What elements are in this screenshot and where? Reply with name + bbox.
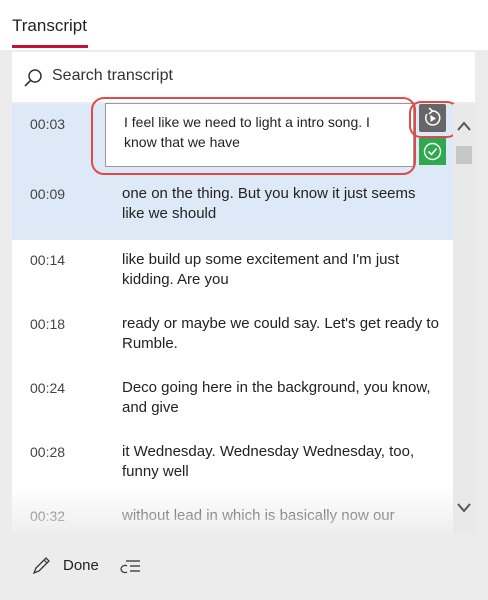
tab-underline <box>12 45 88 48</box>
chevron-down-icon[interactable] <box>455 500 473 516</box>
pencil-icon <box>32 557 50 575</box>
scrollbar-thumb[interactable] <box>456 146 472 164</box>
transcript-row[interactable]: 00:18 ready or maybe we could say. Let's… <box>12 304 453 368</box>
row-time: 00:24 <box>30 380 66 396</box>
row-text: it Wednesday. Wednesday Wednesday, too, … <box>122 443 415 480</box>
row-text: one on the thing. But you know it just s… <box>122 185 416 222</box>
scrollbar[interactable] <box>453 104 475 534</box>
highlight-replay-annotation <box>409 101 459 138</box>
row-text: like build up some excitement and I'm ju… <box>122 251 400 288</box>
row-text: without lead in which is basically now o… <box>122 507 395 524</box>
search-input[interactable]: Search transcript <box>52 67 173 85</box>
transcript-row[interactable]: 00:14 like build up some excitement and … <box>12 240 453 304</box>
row-time: 00:18 <box>30 316 66 332</box>
row-time: 00:09 <box>30 186 66 202</box>
header: Transcript <box>0 0 488 50</box>
search-box[interactable]: Search transcript <box>12 52 475 102</box>
tab-transcript[interactable]: Transcript <box>12 16 87 36</box>
row-time: 00:03 <box>30 116 66 132</box>
transcript-row[interactable]: 00:28 it Wednesday. Wednesday Wednesday,… <box>12 432 453 496</box>
check-icon <box>423 142 442 161</box>
done-label: Done <box>63 557 99 574</box>
row-time: 00:28 <box>30 444 66 460</box>
highlight-edit-annotation <box>91 97 416 175</box>
transcript-row[interactable]: 00:32 without lead in which is basically… <box>12 496 453 534</box>
row-text: ready or maybe we could say. Let's get r… <box>122 315 439 352</box>
confirm-edit-button[interactable] <box>419 138 446 165</box>
transcript-row[interactable]: 00:24 Deco going here in the background,… <box>12 368 453 432</box>
chevron-up-icon[interactable] <box>455 118 473 134</box>
row-time: 00:32 <box>30 508 66 524</box>
search-icon <box>24 69 42 87</box>
format-lines-icon[interactable] <box>118 553 144 579</box>
row-time: 00:14 <box>30 252 66 268</box>
done-button[interactable]: Done <box>30 553 110 579</box>
row-text: Deco going here in the background, you k… <box>122 379 431 416</box>
